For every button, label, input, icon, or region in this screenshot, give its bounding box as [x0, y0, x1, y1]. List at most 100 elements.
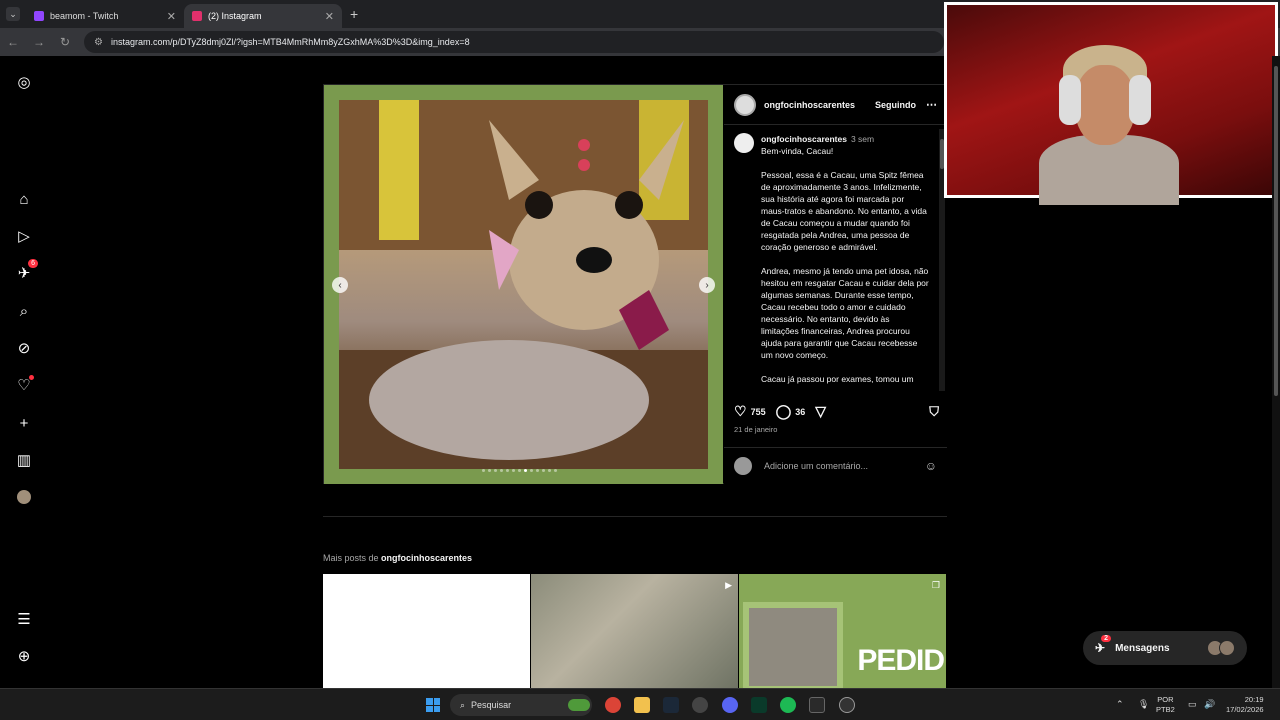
terminal-icon[interactable] — [751, 697, 767, 713]
network-icon[interactable]: ▭ — [1188, 699, 1197, 709]
next-image-icon[interactable]: › — [699, 277, 715, 293]
messages-button[interactable]: ✈ 2 Mensagens — [1083, 631, 1247, 665]
clock[interactable]: 20:19 17/02/2026 — [1226, 695, 1264, 715]
language-indicator[interactable]: POR PTB2 — [1156, 695, 1175, 715]
mask-widget-icon[interactable] — [568, 699, 590, 711]
notifications-icon[interactable]: ♡ — [14, 375, 34, 395]
tab-title: (2) Instagram — [208, 11, 262, 21]
windows-start-icon[interactable] — [426, 698, 440, 712]
profile-icon[interactable] — [14, 487, 34, 507]
forward-icon[interactable]: → — [26, 35, 52, 49]
post-date[interactable]: 21 de janeiro — [734, 425, 777, 434]
carousel-dot — [536, 469, 539, 472]
explore-icon[interactable]: ⊘ — [14, 338, 34, 358]
previous-image-icon[interactable]: ‹ — [332, 277, 348, 293]
post-sidebar: ongfocinhoscarentes Seguindo ⋯ ongfocinh… — [724, 85, 947, 484]
author-username[interactable]: ongfocinhoscarentes — [764, 100, 855, 110]
messages-label: Mensagens — [1115, 642, 1170, 654]
more-posts-grid: ▶ ❐ PEDID — [323, 574, 946, 688]
steam-icon[interactable] — [663, 697, 679, 713]
discord-icon[interactable] — [722, 697, 738, 713]
site-info-icon[interactable]: ⚙ — [94, 37, 103, 48]
comment-count[interactable]: 36 — [795, 407, 805, 417]
share-icon[interactable]: ▽ — [815, 403, 826, 420]
tab-instagram[interactable]: (2) Instagram ✕ — [184, 4, 342, 28]
volume-icon[interactable]: 🔊 — [1204, 699, 1215, 709]
file-explorer-icon[interactable] — [634, 697, 650, 713]
twitch-icon — [34, 11, 44, 21]
following-button[interactable]: Seguindo — [875, 100, 916, 110]
clock-date: 17/02/2026 — [1226, 705, 1264, 714]
close-tab-icon[interactable]: ✕ — [325, 10, 334, 23]
spotify-icon[interactable] — [780, 697, 796, 713]
search-icon: ⌕ — [460, 699, 466, 710]
chrome-icon[interactable] — [605, 697, 621, 713]
clock-time: 20:19 — [1244, 695, 1264, 704]
messages-icon[interactable]: ✈ 6 — [14, 259, 38, 283]
headphone-right — [1129, 75, 1151, 125]
carousel-dots — [482, 469, 557, 472]
caption-username[interactable]: ongfocinhoscarentes 3 sem — [761, 133, 874, 145]
post-actions: ♡ 755 ◯ 36 ▽ ⛉ — [734, 403, 939, 420]
search-icon[interactable]: ⌕ — [14, 301, 34, 321]
more-posts-prefix: Mais posts de — [323, 553, 382, 563]
instagram-logo-icon[interactable]: ◎ — [14, 72, 34, 92]
tray-chevron-icon[interactable]: ⌃ — [1116, 699, 1124, 709]
emoji-icon[interactable]: ☺ — [925, 459, 937, 473]
menu-icon[interactable]: ☰ — [14, 609, 34, 629]
webcam-person-face — [1075, 65, 1135, 145]
app-icon[interactable] — [692, 697, 708, 713]
home-icon[interactable]: ⌂ — [14, 189, 34, 209]
carousel-dot — [524, 469, 527, 472]
messages-badge: 6 — [28, 259, 38, 268]
carousel-dot — [518, 469, 521, 472]
carousel-dot — [506, 469, 509, 472]
dashboard-icon[interactable]: ▥ — [14, 450, 34, 470]
media-player-icon[interactable] — [839, 697, 855, 713]
new-tab-button[interactable]: + — [350, 6, 358, 22]
dog-photo — [339, 100, 708, 469]
messages-pill-icon: ✈ 2 — [1095, 635, 1112, 655]
caption-avatar[interactable] — [734, 133, 754, 153]
url-bar[interactable]: ⚙ instagram.com/p/DTyZ8dmj0Zl/?igsh=MTB4… — [84, 31, 944, 53]
lang-bottom: PTB2 — [1156, 705, 1175, 714]
post-media: ‹ › — [324, 85, 723, 484]
threads-icon[interactable]: ⊕ — [14, 646, 34, 666]
comment-input[interactable]: Adicione um comentário... — [764, 461, 868, 471]
post-thumbnail[interactable] — [323, 574, 530, 688]
avatar — [1219, 640, 1235, 656]
tab-twitch[interactable]: beamom - Twitch ✕ — [26, 4, 184, 28]
lang-top: POR — [1157, 695, 1174, 704]
bookmark-icon[interactable]: ⛉ — [929, 404, 939, 420]
reload-icon[interactable]: ↻ — [52, 35, 78, 49]
author-avatar[interactable] — [734, 93, 756, 116]
caption-first-line: Bem-vinda, Cacau! — [761, 146, 834, 156]
create-icon[interactable]: + — [14, 413, 34, 433]
page-scrollbar[interactable] — [1272, 56, 1280, 688]
more-options-icon[interactable]: ⋯ — [926, 98, 937, 111]
reels-icon[interactable]: ▷ — [14, 226, 34, 246]
more-posts-username[interactable]: ongfocinhoscarentes — [381, 553, 472, 563]
carousel-dot — [500, 469, 503, 472]
tab-search-icon[interactable]: ⌄ — [6, 7, 20, 21]
comment-icon[interactable]: ◯ — [776, 403, 792, 420]
post-header: ongfocinhoscarentes Seguindo ⋯ — [724, 85, 947, 125]
like-icon[interactable]: ♡ — [734, 403, 747, 420]
caption-user-text[interactable]: ongfocinhoscarentes — [761, 134, 847, 144]
thumbnail-text: PEDID — [857, 644, 945, 677]
comment-box: Adicione um comentário... ☺ — [724, 447, 947, 484]
post-thumbnail[interactable]: ▶ — [531, 574, 738, 688]
thumbnail-photo — [743, 602, 843, 688]
carousel-dot — [494, 469, 497, 472]
back-icon[interactable]: ← — [0, 35, 26, 49]
page-scroll-thumb[interactable] — [1274, 66, 1278, 396]
microphone-icon[interactable]: 🎙 — [1138, 699, 1149, 709]
close-tab-icon[interactable]: ✕ — [167, 10, 176, 23]
carousel-dot — [542, 469, 545, 472]
app-icon[interactable] — [809, 697, 825, 713]
post-thumbnail[interactable]: ❐ PEDID — [739, 574, 946, 688]
messages-avatars — [1207, 640, 1235, 656]
caption-body: Pessoal, essa é a Cacau, uma Spitz fêmea… — [761, 170, 929, 384]
reel-icon: ▶ — [725, 580, 732, 590]
like-count[interactable]: 755 — [751, 407, 766, 417]
